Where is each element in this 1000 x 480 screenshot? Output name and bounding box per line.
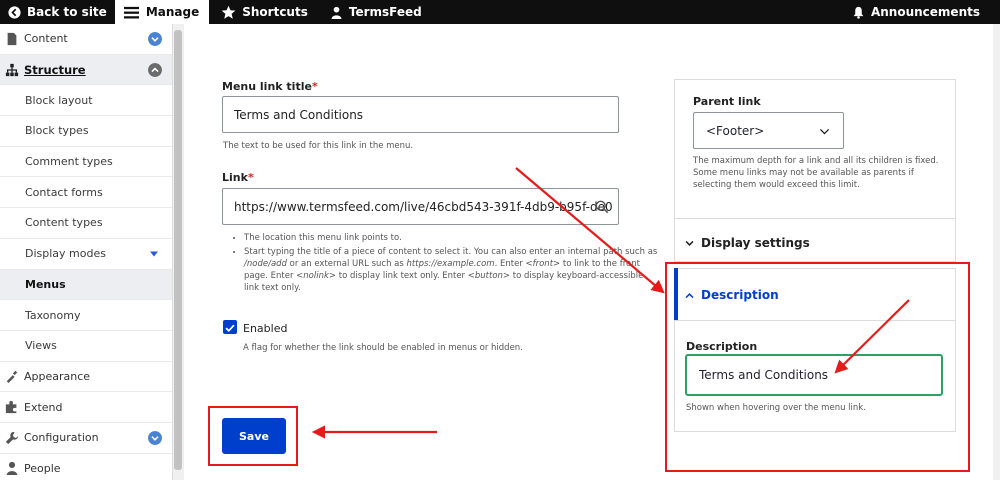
bell-icon — [853, 6, 864, 19]
admin-toolbar: Back to site Manage Shortcuts TermsFeed … — [0, 0, 1000, 24]
shortcuts-label: Shortcuts — [242, 5, 308, 19]
description-separator — [674, 320, 956, 321]
sidebar-item-content-types[interactable]: Content types — [0, 208, 174, 239]
sidebar-item-comment-types[interactable]: Comment types — [0, 147, 174, 178]
sidebar-item-label: Contact forms — [25, 185, 103, 199]
save-button[interactable]: Save — [222, 418, 286, 454]
sidebar-item-taxonomy[interactable]: Taxonomy — [0, 300, 174, 331]
back-to-site-link[interactable]: Back to site — [0, 0, 115, 24]
person-icon — [6, 462, 18, 476]
sidebar-item-configuration[interactable]: Configuration — [0, 423, 174, 454]
sidebar-item-display-modes[interactable]: Display modes — [0, 239, 174, 270]
sidebar-item-block-layout[interactable]: Block layout — [0, 85, 174, 117]
sidebar-item-views[interactable]: Views — [0, 331, 174, 362]
chevron-up-icon[interactable] — [148, 62, 162, 77]
display-settings-toggle[interactable]: Display settings — [684, 236, 810, 250]
shortcuts-tab[interactable]: Shortcuts — [209, 0, 316, 24]
menu-link-title-input[interactable]: Terms and Conditions — [222, 96, 619, 133]
sidebar-item-contact-forms[interactable]: Contact forms — [0, 177, 174, 209]
user-tab[interactable]: TermsFeed — [316, 0, 430, 24]
checkmark-icon — [225, 324, 235, 333]
description-active-indicator — [674, 268, 678, 320]
user-label: TermsFeed — [348, 5, 422, 19]
document-icon — [7, 32, 17, 45]
description-help: Shown when hovering over the menu link. — [686, 403, 866, 413]
main-content: Menu link title* Terms and Conditions Th… — [186, 24, 1000, 480]
chevron-down-icon[interactable] — [148, 31, 162, 46]
sidebar-item-label: Block layout — [25, 93, 93, 107]
star-icon — [221, 5, 236, 19]
parent-link-label: Parent link — [693, 95, 761, 108]
link-input[interactable]: https://www.termsfeed.com/live/46cbd543-… — [222, 188, 619, 225]
sidebar-item-label: Content types — [25, 216, 103, 230]
description-label: Description — [686, 340, 758, 353]
enabled-description: A flag for whether the link should be en… — [243, 343, 523, 353]
enabled-checkbox[interactable] — [223, 320, 237, 334]
menu-link-title-description: The text to be used for this link in the… — [223, 141, 414, 151]
chevron-down-icon[interactable] — [148, 430, 162, 445]
back-to-site-label: Back to site — [27, 5, 107, 19]
puzzle-icon — [5, 400, 17, 414]
chevron-up-icon — [685, 292, 694, 298]
sidebar-item-label: Block types — [25, 124, 89, 138]
manage-tab[interactable]: Manage — [114, 0, 210, 24]
announcements-label: Announcements — [870, 5, 980, 19]
sidebar-scrollbar-thumb[interactable] — [174, 30, 182, 470]
description-toggle[interactable]: Description — [684, 288, 779, 302]
sidebar-item-people[interactable]: People — [0, 454, 174, 480]
sidebar-item-content[interactable]: Content — [0, 24, 174, 55]
sidebar-item-label: Structure — [24, 62, 86, 77]
sidebar-item-block-types[interactable]: Block types — [0, 116, 174, 147]
sidebar-item-label: Views — [25, 339, 57, 353]
manage-label: Manage — [145, 5, 200, 19]
announcements-tab[interactable]: Announcements — [844, 0, 1000, 24]
sidebar-item-label: People — [24, 461, 61, 475]
parent-link-select[interactable]: <Footer> — [693, 112, 844, 149]
link-description-item: Start typing the title of a piece of con… — [244, 246, 660, 294]
enabled-label: Enabled — [243, 322, 288, 335]
sidebar-item-label: Comment types — [25, 155, 113, 169]
hamburger-icon — [123, 6, 139, 18]
sidebar-item-extend[interactable]: Extend — [0, 392, 174, 423]
description-input[interactable]: Terms and Conditions — [685, 354, 943, 396]
link-description: The location this menu link points to. S… — [230, 232, 660, 296]
chevron-down-icon — [819, 129, 830, 135]
search-icon — [595, 200, 609, 214]
sidebar-item-label: Content — [24, 32, 68, 46]
wrench-icon — [5, 431, 19, 444]
sidebar-item-label: Configuration — [24, 431, 99, 445]
sidebar-item-label: Taxonomy — [25, 308, 81, 322]
caret-down-icon[interactable] — [150, 251, 158, 257]
sidebar-item-label: Appearance — [24, 369, 91, 383]
menu-link-title-label: Menu link title* — [222, 80, 318, 93]
admin-sidebar: Content Structure Block layout Block typ… — [0, 24, 175, 480]
page-scrollbar-track[interactable] — [993, 24, 1000, 480]
link-label: Link* — [222, 171, 254, 184]
user-icon — [331, 6, 342, 19]
paint-brush-icon — [6, 371, 18, 384]
sidebar-item-structure[interactable]: Structure — [0, 54, 174, 86]
chevron-down-icon — [685, 240, 694, 246]
sidebar-item-menus[interactable]: Menus — [0, 269, 174, 301]
sitemap-icon — [5, 63, 19, 76]
back-arrow-icon — [8, 5, 21, 19]
sidebar-item-label: Display modes — [25, 247, 106, 261]
parent-link-description: The maximum depth for a link and all its… — [693, 156, 939, 190]
sidebar-item-label: Extend — [24, 400, 63, 414]
sidebar-item-label: Menus — [25, 277, 66, 291]
sidebar-item-appearance[interactable]: Appearance — [0, 362, 174, 393]
link-description-item: The location this menu link points to. — [244, 232, 660, 244]
